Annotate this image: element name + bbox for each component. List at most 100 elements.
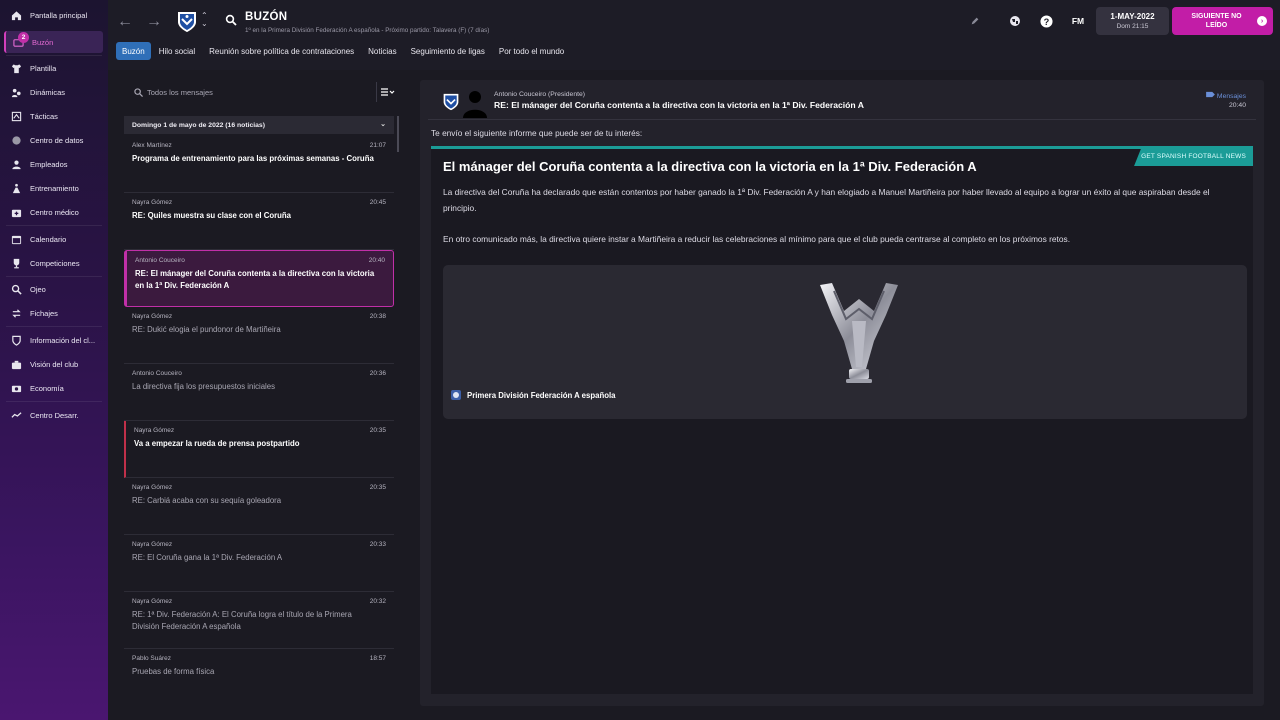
list-item[interactable]: Alex Martínez 21:07 Programa de entrenam…: [124, 136, 394, 193]
news-source-tag[interactable]: GET SPANISH FOOTBALL NEWS: [1134, 146, 1253, 166]
article-accent-bar: [431, 146, 1253, 149]
sidebar-item-inbox[interactable]: 2 Buzón: [4, 31, 103, 53]
sidebar-item-label: Plantilla: [30, 63, 57, 73]
tab-inbox[interactable]: Buzón: [116, 42, 151, 60]
shirt-icon: [10, 62, 22, 74]
dynamics-icon: [10, 86, 22, 98]
message-time: 20:32: [369, 598, 386, 605]
message-sender: Antonio Couceiro: [132, 370, 182, 377]
page-title: BUZÓN: [245, 11, 288, 23]
sidebar-item-club-vision[interactable]: Visión del club: [4, 353, 103, 375]
message-sender: Nayra Gómez: [132, 598, 173, 605]
sidebar-item-label: Tácticas: [30, 111, 58, 121]
message-sender: Nayra Gómez: [132, 313, 173, 320]
competition-link[interactable]: Primera División Federación A española: [451, 390, 615, 400]
list-item[interactable]: Nayra Gómez 20:45 RE: Quiles muestra su …: [124, 193, 394, 250]
sidebar-divider: [6, 276, 102, 277]
day-group-header[interactable]: Domingo 1 de mayo de 2022 (16 noticias) …: [124, 116, 394, 134]
transfers-icon: [10, 307, 22, 319]
messages-link-label: Mensajes: [1216, 93, 1246, 100]
club-crest-icon: [443, 93, 459, 111]
list-item[interactable]: Nayra Gómez 20:38 RE: Dukić elogia el pu…: [124, 307, 394, 364]
sidebar-item-label: Competiciones: [30, 258, 80, 268]
reader-meta: Mensajes 20:40: [1206, 91, 1246, 109]
sidebar-item-development[interactable]: Centro Desarr.: [4, 404, 103, 426]
sidebar-item-finances[interactable]: Economía: [4, 377, 103, 399]
tab-news[interactable]: Noticias: [362, 42, 402, 60]
sidebar-divider: [6, 55, 102, 56]
list-item[interactable]: Antonio Couceiro 20:36 La directiva fija…: [124, 364, 394, 421]
sidebar-item-medical[interactable]: Centro médico: [4, 201, 103, 223]
training-icon: [10, 182, 22, 194]
competition-card[interactable]: Primera División Federación A española: [443, 265, 1247, 419]
sidebar-item-club-info[interactable]: Información del cl...: [4, 329, 103, 351]
sidebar-item-home[interactable]: Pantalla principal: [4, 4, 103, 26]
sidebar-item-staff[interactable]: Empleados: [4, 153, 103, 175]
list-item[interactable]: Nayra Gómez 20:32 RE: 1ª Div. Federación…: [124, 592, 394, 649]
sidebar-item-label: Fichajes: [30, 308, 58, 318]
svg-text:?: ?: [1043, 16, 1049, 26]
news-article: GET SPANISH FOOTBALL NEWS El mánager del…: [431, 146, 1253, 694]
tag-icon: [1206, 91, 1215, 98]
forward-arrow-icon[interactable]: →: [146, 13, 162, 31]
sidebar-item-training[interactable]: Entrenamiento: [4, 177, 103, 199]
date-display[interactable]: 1-MAY-2022 Dom 21:15: [1096, 7, 1169, 35]
message-subject: RE: El mánager del Coruña contenta a la …: [135, 269, 375, 290]
list-item[interactable]: Nayra Gómez 20:35 RE: Carbiá acaba con s…: [124, 478, 394, 535]
list-item-flagged[interactable]: Nayra Gómez 20:35 Va a empezar la rueda …: [124, 421, 394, 478]
sidebar-item-label: Dinámicas: [30, 87, 66, 97]
list-item-selected[interactable]: Antonio Couceiro 20:40 RE: El mánager de…: [124, 250, 394, 307]
competition-name: Primera División Federación A española: [467, 390, 616, 400]
message-subject: La directiva fija los presupuestos inici…: [132, 382, 276, 391]
back-arrow-icon[interactable]: ←: [117, 13, 133, 31]
sidebar-item-transfers[interactable]: Fichajes: [4, 302, 103, 324]
article-paragraph: En otro comunicado más, la directiva qui…: [443, 234, 1071, 244]
sender-avatar[interactable]: [462, 86, 488, 118]
club-crest-icon[interactable]: [176, 10, 198, 34]
competition-logo-icon: [451, 390, 461, 400]
sidebar-item-label: Calendario: [30, 234, 67, 244]
sidebar-item-squad[interactable]: Plantilla: [4, 57, 103, 79]
sidebar-item-data-hub[interactable]: Centro de datos: [4, 129, 103, 151]
messages-link[interactable]: Mensajes: [1206, 91, 1246, 100]
search-icon[interactable]: [225, 14, 237, 26]
sidebar-item-competitions[interactable]: Competiciones: [4, 252, 103, 274]
sidebar-item-label: Información del cl...: [30, 335, 96, 345]
sidebar-item-label: Centro Desarr.: [30, 410, 79, 420]
next-unread-button[interactable]: SIGUIENTE NO LEÍDO ›: [1172, 7, 1273, 35]
current-time: Dom 21:15: [1116, 23, 1149, 30]
message-subject: RE: El Coruña gana la 1ª Div. Federación…: [132, 553, 283, 562]
trophy-image: [820, 283, 898, 383]
list-item[interactable]: Nayra Gómez 20:33 RE: El Coruña gana la …: [124, 535, 394, 592]
sidebar-item-tactics[interactable]: Tácticas: [4, 105, 103, 127]
reader-sender[interactable]: Antonio Couceiro (Presidente): [494, 91, 585, 98]
sidebar-item-dynamics[interactable]: Dinámicas: [4, 81, 103, 103]
list-scrollbar[interactable]: [397, 116, 399, 152]
list-view-menu-button[interactable]: [376, 82, 398, 102]
message-time: 18:57: [369, 655, 386, 662]
menu-lines-icon: [380, 88, 394, 96]
message-filter-search[interactable]: Todos los mensajes: [124, 80, 374, 104]
edit-pencil-icon[interactable]: [968, 14, 982, 28]
sidebar-item-calendar[interactable]: Calendario: [4, 228, 103, 250]
chevron-right-icon: ›: [1257, 16, 1267, 26]
medical-icon: [10, 206, 22, 218]
globe-icon[interactable]: [1008, 14, 1022, 28]
club-switch-chevrons-icon[interactable]: ⌃ ⌄: [201, 12, 208, 28]
list-item[interactable]: Pablo Suárez 18:57 Pruebas de forma físi…: [124, 649, 394, 706]
message-time: 20:35: [369, 427, 386, 434]
message-time: 20:45: [369, 199, 386, 206]
tab-around-the-world[interactable]: Por todo el mundo: [493, 42, 570, 60]
app-window: Pantalla principal 2 Buzón Plantilla Din…: [0, 0, 1280, 720]
help-icon[interactable]: ?: [1039, 14, 1053, 28]
finances-icon: [10, 382, 22, 394]
unread-badge: 2: [18, 32, 29, 43]
message-sender: Alex Martínez: [132, 142, 172, 149]
sidebar-item-scouting[interactable]: Ojeo: [4, 278, 103, 300]
message-time: 20:40: [368, 257, 385, 264]
tab-recruitment-meeting[interactable]: Reunión sobre política de contrataciones: [203, 42, 360, 60]
tab-social-feed[interactable]: Hilo social: [153, 42, 201, 60]
fm-menu-button[interactable]: FM: [1070, 14, 1086, 28]
tab-league-tracking[interactable]: Seguimiento de ligas: [405, 42, 491, 60]
trophy-icon: [10, 257, 22, 269]
